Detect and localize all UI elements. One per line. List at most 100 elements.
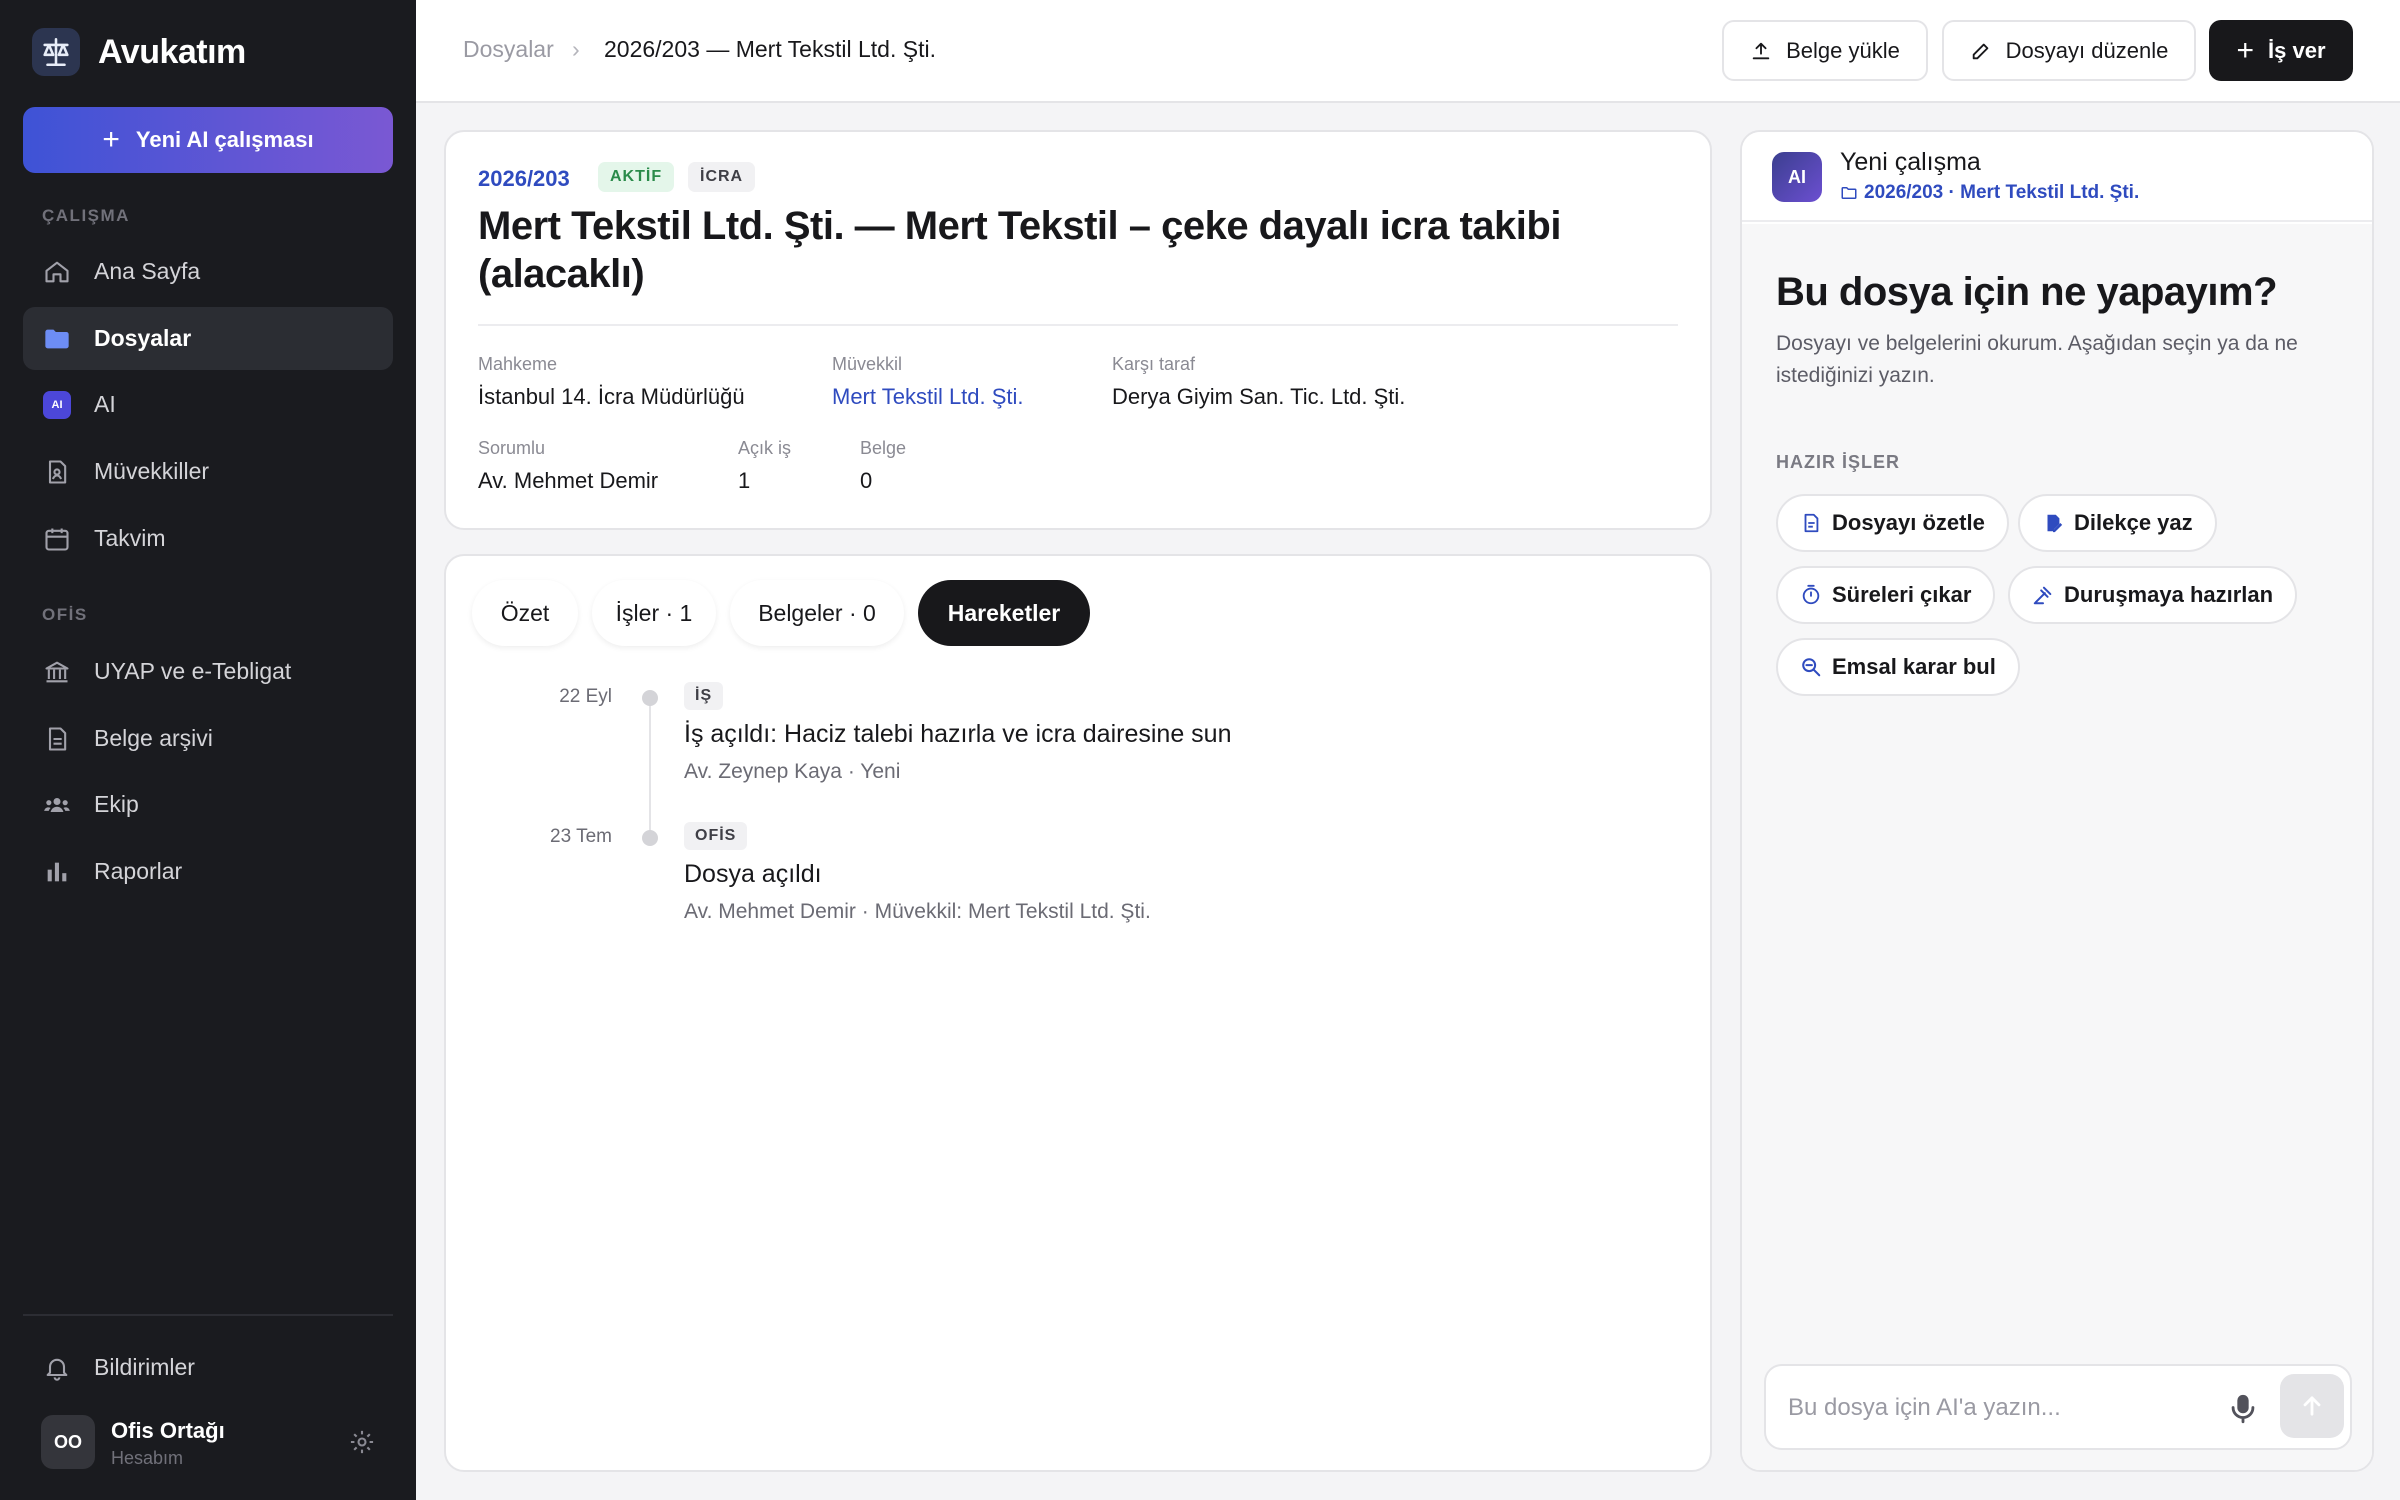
summary-icon	[1804, 513, 1819, 533]
arrow-up-icon	[2303, 1396, 2321, 1416]
sidebar-item-clients[interactable]: Müvekkiller	[23, 440, 393, 503]
timeline-date: 23 Tem	[550, 826, 612, 847]
documents-value: 0	[860, 468, 873, 493]
assign-task-button[interactable]: + İş ver	[2209, 20, 2353, 81]
plus-icon: +	[102, 123, 120, 156]
ai-session-title: Yeni çalışma	[1840, 148, 1981, 176]
scales-logo-icon	[32, 28, 80, 76]
tab-activity[interactable]: Hareketler	[918, 580, 1090, 646]
petition-icon	[2047, 514, 2063, 533]
home-icon	[42, 257, 72, 287]
divider	[478, 324, 1678, 326]
sidebar-item-team[interactable]: Ekip	[23, 773, 393, 836]
timeline-subtitle: Av. Mehmet Demir · Müvekkil: Mert Teksti…	[684, 900, 1151, 923]
page-title: Mert Tekstil Ltd. Şti. — Mert Tekstil – …	[478, 204, 1561, 296]
ai-assistant-panel: AI Yeni çalışma 2026/203 · Mert Tekstil …	[1740, 130, 2374, 1472]
avatar[interactable]: OO	[41, 1415, 95, 1469]
ai-icon: AI	[42, 390, 72, 420]
breadcrumb-root[interactable]: Dosyalar	[463, 36, 554, 63]
sidebar-item-notifications[interactable]: Bildirimler	[23, 1336, 393, 1399]
breadcrumb-separator: ›	[572, 36, 580, 62]
ai-description: Dosyayı ve belgelerini okurum. Aşağıdan …	[1776, 332, 2298, 387]
ai-panel-body: Bu dosya için ne yapayım? Dosyayı ve bel…	[1742, 224, 2372, 1470]
tab-tasks[interactable]: İşler · 1	[592, 580, 716, 646]
ai-context-label: 2026/203 · Mert Tekstil Ltd. Şti.	[1864, 182, 2140, 203]
sidebar-item-home[interactable]: Ana Sayfa	[23, 240, 393, 303]
sidebar: Avukatım + Yeni AI çalışması ÇALIŞMA Ana…	[0, 0, 416, 1500]
sidebar-item-reports[interactable]: Raporlar	[23, 840, 393, 903]
ai-context-link[interactable]: 2026/203 · Mert Tekstil Ltd. Şti.	[1840, 182, 2139, 204]
microphone-icon[interactable]	[2226, 1392, 2260, 1426]
edit-case-button[interactable]: Dosyayı düzenle	[1942, 20, 2196, 81]
write-petition-button[interactable]: Dilekçe yaz	[2018, 494, 2217, 552]
search-precedent-icon	[1802, 658, 1821, 677]
client-label: Müvekkil	[832, 354, 903, 374]
court-icon	[42, 657, 72, 687]
sidebar-item-label: Takvim	[94, 525, 166, 551]
sidebar-item-label: AI	[94, 391, 116, 417]
opponent-label: Karşı taraf	[1112, 354, 1196, 374]
summarize-case-button[interactable]: Dosyayı özetle	[1776, 494, 2009, 552]
court-label: Mahkeme	[478, 354, 558, 374]
sidebar-item-files[interactable]: Dosyalar	[23, 307, 393, 370]
timeline-title[interactable]: Dosya açıldı	[684, 860, 822, 889]
extract-deadlines-button[interactable]: Süreleri çıkar	[1776, 566, 1996, 624]
upload-document-button[interactable]: Belge yükle	[1722, 20, 1928, 81]
court-value: İstanbul 14. İcra Müdürlüğü	[478, 384, 745, 409]
find-precedent-button[interactable]: Emsal karar bul	[1776, 638, 2020, 696]
sidebar-item-archive[interactable]: Belge arşivi	[23, 707, 393, 770]
calendar-icon	[42, 524, 72, 554]
sidebar-item-uyap[interactable]: UYAP ve e-Tebligat	[23, 640, 393, 703]
user-name: Ofis Ortağı	[111, 1418, 225, 1443]
chip-label: Emsal karar bul	[1832, 654, 1996, 679]
sidebar-item-label: Dosyalar	[94, 325, 192, 351]
upload-icon	[1752, 42, 1770, 59]
prepare-hearing-button[interactable]: Duruşmaya hazırlan	[2008, 566, 2298, 624]
brand[interactable]: Avukatım	[32, 28, 246, 76]
folder-icon	[42, 324, 72, 354]
sidebar-item-calendar[interactable]: Takvim	[23, 507, 393, 570]
user-account-label: Hesabım	[111, 1448, 184, 1468]
gavel-icon	[2033, 586, 2052, 605]
breadcrumb-current: 2026/203 — Mert Tekstil Ltd. Şti.	[604, 36, 936, 62]
status-badge: AKTİF	[598, 162, 675, 192]
client-link[interactable]: Mert Tekstil Ltd. Şti.	[832, 384, 1024, 410]
timeline-date: 22 Eyl	[559, 686, 612, 707]
chip-label: Dilekçe yaz	[2074, 510, 2193, 535]
case-activity-card: Özet İşler · 1 Belgeler · 0 Hareketler 2…	[444, 554, 1712, 1472]
case-number: 2026/203	[478, 166, 570, 191]
client-icon	[42, 457, 72, 487]
plus-icon: +	[2236, 33, 2255, 67]
new-ai-work-label: Yeni AI çalışması	[135, 127, 314, 152]
chip-label: Dosyayı özetle	[1832, 510, 1985, 535]
ai-heading: Bu dosya için ne yapayım?	[1776, 270, 2278, 314]
ai-prompt-input[interactable]	[1788, 1388, 2208, 1428]
new-ai-work-button[interactable]: + Yeni AI çalışması	[23, 107, 393, 173]
send-button[interactable]	[2280, 1374, 2344, 1438]
timeline-tag: İŞ	[684, 682, 724, 710]
chip-label: Süreleri çıkar	[1832, 582, 1972, 607]
timeline-title[interactable]: İş açıldı: Haciz talebi hazırla ve icra …	[684, 720, 1231, 749]
documents-label: Belge	[860, 438, 907, 458]
open-tasks-value: 1	[738, 468, 751, 493]
ready-actions-label: HAZIR İŞLER	[1776, 452, 1901, 472]
timeline-subtitle: Av. Zeynep Kaya · Yeni	[684, 760, 901, 783]
case-summary-card: 2026/203 AKTİF İCRA Mert Tekstil Ltd. Şt…	[444, 130, 1712, 530]
team-icon	[42, 790, 72, 820]
case-type-badge: İCRA	[688, 162, 756, 192]
sidebar-item-label: Raporlar	[94, 858, 183, 884]
timeline-dot	[642, 830, 658, 846]
timer-icon	[1802, 584, 1820, 605]
ai-panel-header: AI Yeni çalışma 2026/203 · Mert Tekstil …	[1742, 132, 2372, 222]
tab-summary[interactable]: Özet	[472, 580, 578, 646]
sidebar-item-ai[interactable]: AI AI	[23, 373, 393, 436]
bell-icon	[42, 1353, 72, 1383]
brand-name: Avukatım	[98, 32, 246, 71]
gear-icon[interactable]	[348, 1428, 376, 1456]
sidebar-item-label: Bildirimler	[94, 1354, 195, 1380]
sidebar-item-label: Ekip	[94, 791, 139, 817]
tab-documents[interactable]: Belgeler · 0	[730, 580, 904, 646]
assign-task-label: İş ver	[2268, 37, 2326, 63]
upload-document-label: Belge yükle	[1786, 37, 1900, 63]
ai-composer	[1764, 1364, 2352, 1450]
